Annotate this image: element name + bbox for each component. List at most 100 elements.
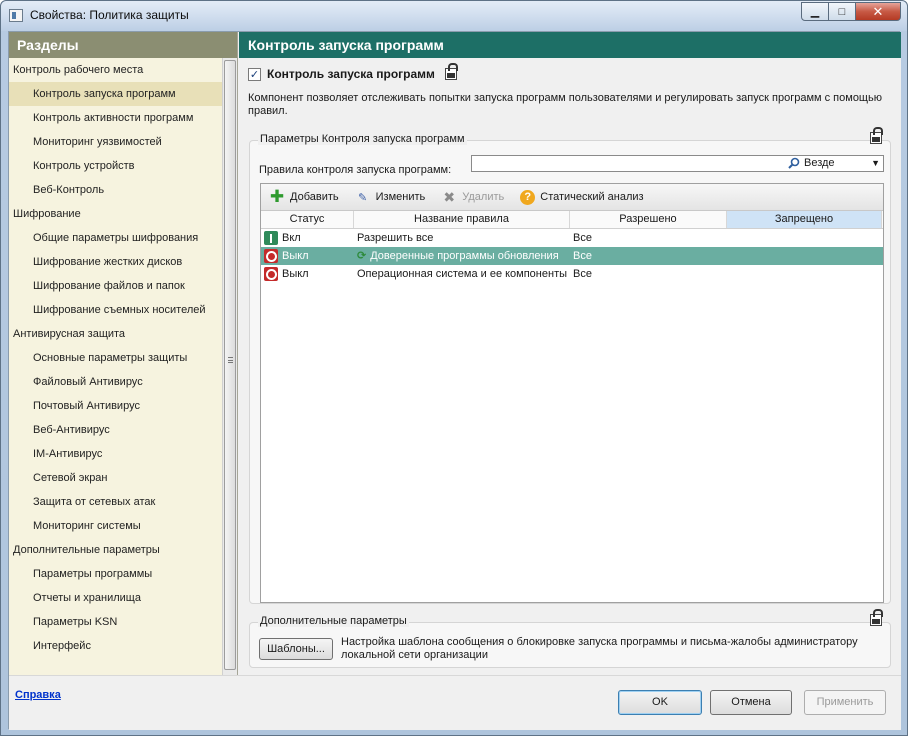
denied-cell (727, 229, 882, 247)
page-title: Контроль запуска программ (239, 32, 901, 58)
status-off-icon (264, 267, 278, 281)
sections-header: Разделы (9, 32, 237, 58)
static-analysis-label: Статический анализ (540, 191, 644, 203)
status-cell: Выкл (261, 247, 354, 265)
dropdown-value-text: Везде (804, 157, 835, 169)
title-bar[interactable]: Свойства: Политика защиты ▁ □ ✕ (1, 1, 907, 31)
templates-description: Настройка шаблона сообщения о блокировке… (341, 636, 858, 661)
sidebar-section[interactable]: Антивирусная защита (9, 322, 223, 346)
sections-list: Контроль рабочего места Контроль запуска … (9, 58, 223, 658)
delete-label: Удалить (462, 191, 505, 203)
sidebar-item[interactable]: Шифрование жестких дисков (9, 250, 223, 274)
ok-button[interactable]: OK (618, 690, 702, 715)
denied-cell (727, 265, 882, 283)
extra-params-group: Дополнительные параметры Шаблоны... Наст… (249, 609, 891, 668)
delete-icon: ✖ (443, 188, 456, 205)
sidebar-item[interactable]: Контроль активности программ (9, 106, 223, 130)
templates-button[interactable]: Шаблоны... (259, 638, 333, 660)
table-row[interactable]: Выкл Операционная система и ее компоненты… (261, 265, 883, 283)
sidebar-item[interactable]: Мониторинг уязвимостей (9, 130, 223, 154)
sidebar-item[interactable]: Файловый Антивирус (9, 370, 223, 394)
sidebar-item[interactable]: Контроль запуска программ (9, 82, 223, 106)
question-icon: ? (520, 189, 536, 205)
edit-button[interactable]: ✎ Изменить (355, 189, 426, 205)
lock-icon[interactable] (444, 63, 458, 80)
sidebar-item[interactable]: Интерфейс (9, 634, 223, 658)
lock-icon[interactable] (870, 127, 883, 144)
apply-button[interactable]: Применить (804, 690, 886, 715)
column-header-name[interactable]: Название правила (354, 211, 570, 228)
allowed-cell: Все (573, 268, 592, 280)
grip-icon (228, 357, 233, 363)
sidebar-section[interactable]: Шифрование (9, 202, 223, 226)
sidebar-item[interactable]: Мониторинг системы (9, 514, 223, 538)
window-icon (9, 9, 23, 22)
column-header-allowed[interactable]: Разрешено (570, 211, 727, 228)
chevron-down-icon[interactable]: ▼ (871, 158, 880, 168)
sidebar-item[interactable]: Основные параметры защиты (9, 346, 223, 370)
sidebar-item[interactable]: Общие параметры шифрования (9, 226, 223, 250)
column-header-denied[interactable]: Запрещено (727, 211, 882, 228)
sidebar-item[interactable]: Шифрование съемных носителей (9, 298, 223, 322)
rule-name: Доверенные программы обновления (370, 250, 559, 262)
add-label: Добавить (290, 191, 339, 203)
rules-table-panel: ✚ Добавить ✎ Изменить ✖ Удалить ? Статич… (260, 183, 884, 603)
sidebar-item[interactable]: Веб-Антивирус (9, 418, 223, 442)
sidebar-section[interactable]: Дополнительные параметры (9, 538, 223, 562)
sidebar-item[interactable]: Параметры программы (9, 562, 223, 586)
status-off-icon (264, 249, 278, 263)
status-text: Выкл (282, 268, 309, 280)
sidebar-item[interactable]: Веб-Контроль (9, 178, 223, 202)
column-header-status[interactable]: Статус (261, 211, 354, 228)
table-row[interactable]: Вкл Разрешить все Все (261, 229, 883, 247)
rule-name-cell: ⟳ Доверенные программы обновления (354, 247, 570, 265)
pencil-icon: ✎ (358, 191, 368, 204)
component-title: Контроль запуска программ (267, 67, 435, 81)
delete-button[interactable]: ✖ Удалить (441, 189, 504, 205)
sidebar-item[interactable]: Защита от сетевых атак (9, 490, 223, 514)
scrollbar-thumb[interactable] (224, 60, 236, 670)
refresh-icon: ⟳ (357, 250, 367, 262)
rules-filter-row: Правила контроля запуска программ: (259, 164, 451, 176)
window-title: Свойства: Политика защиты (30, 8, 189, 22)
cancel-button[interactable]: Отмена (710, 690, 792, 715)
properties-window: Свойства: Политика защиты ▁ □ ✕ Разделы … (0, 0, 908, 736)
scope-dropdown[interactable]: Везде ▼ (471, 155, 884, 172)
dropdown-value: Везде (788, 157, 835, 169)
rule-name: Разрешить все (357, 232, 434, 244)
add-button[interactable]: ✚ Добавить (269, 187, 339, 206)
rules-toolbar: ✚ Добавить ✎ Изменить ✖ Удалить ? Статич… (261, 184, 883, 211)
sidebar-item[interactable]: IM-Антивирус (9, 442, 223, 466)
window-controls: ▁ □ ✕ (801, 2, 901, 21)
table-body: Вкл Разрешить все Все Выкл ⟳ Доверенные прогр… (261, 229, 883, 283)
minimize-button[interactable]: ▁ (801, 2, 829, 21)
denied-cell (727, 247, 882, 265)
component-description: Компонент позволяет отслеживать попытки … (248, 92, 882, 117)
sidebar-item[interactable]: Параметры KSN (9, 610, 223, 634)
help-link[interactable]: Справка (15, 689, 61, 701)
status-text: Вкл (282, 232, 301, 244)
sidebar-item[interactable]: Контроль устройств (9, 154, 223, 178)
enable-checkbox[interactable]: ✓ (248, 67, 261, 81)
sidebar-section[interactable]: Контроль рабочего места (9, 58, 223, 82)
lock-icon[interactable] (870, 609, 883, 626)
dialog-footer: Справка OK Отмена Применить (9, 675, 901, 730)
status-on-icon (264, 231, 278, 245)
status-cell: Выкл (261, 265, 354, 283)
allowed-cell: Все (573, 232, 592, 244)
sections-scrollbar[interactable] (222, 58, 237, 675)
edit-label: Изменить (375, 191, 426, 203)
sidebar-item[interactable]: Отчеты и хранилища (9, 586, 223, 610)
maximize-button[interactable]: □ (828, 2, 856, 21)
params-group-legend: Параметры Контроля запуска программ (258, 133, 467, 145)
sidebar-item[interactable]: Сетевой экран (9, 466, 223, 490)
sidebar-item[interactable]: Шифрование файлов и папок (9, 274, 223, 298)
static-analysis-button[interactable]: ? Статический анализ (520, 189, 644, 205)
settings-panel: Контроль запуска программ ✓ Контроль зап… (239, 32, 901, 675)
table-row[interactable]: Выкл ⟳ Доверенные программы обновления Все (261, 247, 883, 265)
close-button[interactable]: ✕ (855, 2, 901, 21)
sidebar-item[interactable]: Почтовый Антивирус (9, 394, 223, 418)
allowed-cell: Все (573, 250, 592, 262)
plus-icon: ✚ (269, 187, 285, 206)
rule-name-cell: Операционная система и ее компоненты (354, 265, 570, 283)
